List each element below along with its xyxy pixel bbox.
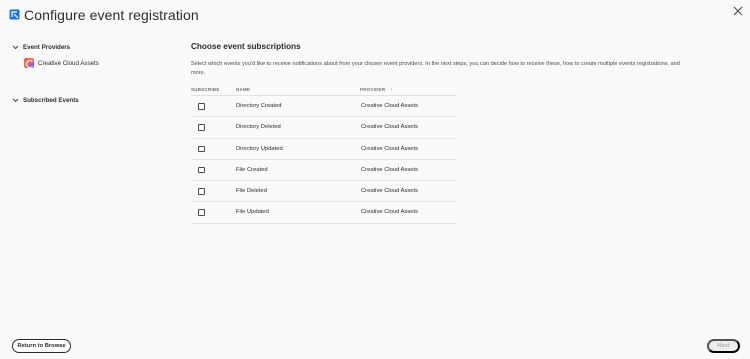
column-header-subscribe: SUBSCRIBE — [191, 87, 220, 92]
chevron-down-icon — [12, 45, 19, 50]
event-name: Directory Deleted — [236, 124, 281, 131]
sidebar-section-label: Subscribed Events — [23, 97, 79, 104]
event-provider: Creative Cloud Assets — [361, 209, 419, 216]
sort-ascending-icon: ↑ — [390, 87, 394, 93]
event-provider: Creative Cloud Assets — [361, 188, 419, 195]
section-description: Select which events you'd like to receiv… — [191, 61, 680, 76]
event-provider: Creative Cloud Assets — [361, 145, 419, 152]
event-name: File Deleted — [236, 188, 267, 195]
subscribe-checkbox[interactable] — [198, 103, 205, 110]
sidebar-subscribed-events[interactable]: Subscribed Events — [12, 97, 79, 104]
column-header-provider-label: PROVIDER — [360, 87, 386, 92]
event-name: File Updated — [236, 209, 269, 216]
main-content: Choose event subscriptions Select which … — [191, 42, 691, 76]
sidebar-item-label: Creative Cloud Assets — [38, 59, 99, 67]
table-row: File Deleted Creative Cloud Assets — [191, 181, 456, 203]
table-row: File Updated Creative Cloud Assets — [191, 202, 456, 224]
table-header: SUBSCRIBE NAME PROVIDER ↑ — [191, 85, 456, 96]
next-button[interactable]: Next — [707, 339, 740, 353]
return-to-browse-button[interactable]: Return to Browse — [12, 339, 71, 353]
subscribe-checkbox[interactable] — [198, 124, 205, 131]
column-header-provider[interactable]: PROVIDER ↑ — [360, 87, 393, 93]
table-row: Directory Updated Creative Cloud Assets — [191, 139, 456, 160]
dialog-header: Configure event registration — [0, 0, 750, 32]
table-row: Directory Deleted Creative Cloud Assets — [191, 117, 456, 139]
event-provider: Creative Cloud Assets — [361, 166, 419, 173]
event-name: File Created — [236, 166, 268, 173]
table-row: Directory Created Creative Cloud Assets — [191, 96, 456, 118]
section-title: Choose event subscriptions — [191, 42, 301, 51]
subscribe-checkbox[interactable] — [198, 209, 205, 216]
table-row: File Created Creative Cloud Assets — [191, 160, 456, 182]
event-provider: Creative Cloud Assets — [361, 103, 419, 109]
event-registration-icon — [9, 9, 20, 20]
event-provider: Creative Cloud Assets — [361, 124, 419, 131]
subscribe-checkbox[interactable] — [198, 188, 205, 195]
close-icon[interactable] — [733, 6, 743, 16]
creative-cloud-icon — [24, 58, 34, 68]
subscribe-checkbox[interactable] — [198, 166, 205, 174]
page-title: Configure event registration — [24, 7, 199, 23]
event-name: Directory Created — [236, 103, 282, 109]
event-name: Directory Updated — [236, 145, 283, 152]
chevron-down-icon — [12, 98, 19, 103]
sidebar-event-providers[interactable]: Event Providers — [12, 44, 70, 51]
sidebar-item-creative-cloud-assets[interactable]: Creative Cloud Assets — [24, 58, 99, 68]
event-subscriptions-table: SUBSCRIBE NAME PROVIDER ↑ Directory Creat… — [191, 85, 456, 224]
subscribe-checkbox[interactable] — [198, 145, 205, 153]
sidebar-section-label: Event Providers — [23, 44, 71, 51]
column-header-name[interactable]: NAME — [236, 87, 250, 92]
